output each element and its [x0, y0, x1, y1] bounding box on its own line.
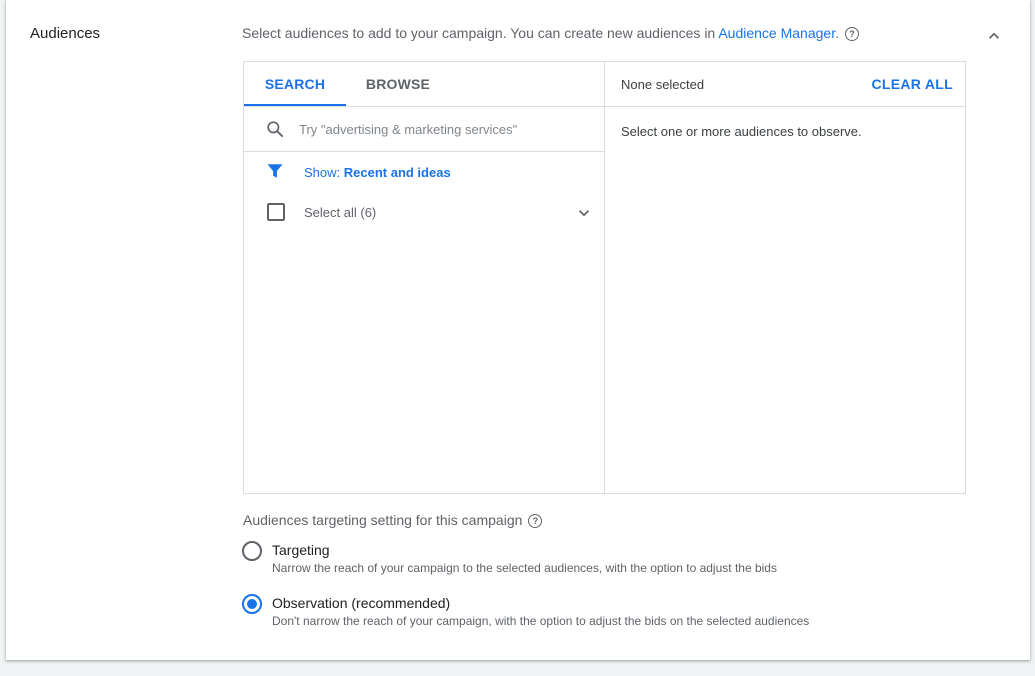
help-icon[interactable]: ?	[528, 514, 543, 528]
observation-label: Observation (recommended)	[272, 595, 451, 611]
tab-search[interactable]: SEARCH	[244, 62, 346, 106]
filter-icon	[267, 164, 283, 178]
select-all-label: Select all (6)	[304, 205, 377, 220]
selection-header: None selected CLEAR ALL	[605, 62, 965, 107]
select-all-row: Select all (6)	[244, 198, 604, 228]
observation-radio[interactable]	[242, 594, 262, 614]
audience-picker: SEARCH BROWSE Show: Recent and ideas Sel…	[243, 61, 966, 494]
section-intro: Select audiences to add to your campaign…	[242, 25, 859, 41]
search-row	[244, 106, 604, 152]
clear-all-button[interactable]: CLEAR ALL	[871, 76, 953, 92]
targeting-radio[interactable]	[242, 541, 262, 561]
help-icon[interactable]: ?	[844, 27, 859, 41]
targeting-title-text: Audiences targeting setting for this cam…	[243, 512, 523, 528]
observation-description: Don't narrow the reach of your campaign,…	[272, 614, 810, 628]
filter-value: Recent and ideas	[343, 165, 451, 180]
intro-end: .	[835, 25, 839, 41]
targeting-setting-title: Audiences targeting setting for this cam…	[243, 512, 543, 528]
empty-selection-hint: Select one or more audiences to observe.	[621, 124, 862, 139]
picker-tabs: SEARCH BROWSE	[244, 62, 604, 106]
section-title: Audiences	[30, 25, 101, 42]
filter-row[interactable]: Show: Recent and ideas	[244, 158, 604, 188]
search-pane: SEARCH BROWSE Show: Recent and ideas Sel…	[244, 62, 605, 493]
intro-text: Select audiences to add to your campaign…	[242, 25, 719, 41]
search-icon	[267, 121, 283, 137]
chevron-up-icon[interactable]	[984, 26, 1004, 46]
targeting-description: Narrow the reach of your campaign to the…	[272, 561, 777, 575]
radio-option-observation[interactable]: Observation (recommended) Don't narrow t…	[242, 593, 962, 633]
filter-prefix: Show:	[304, 165, 344, 180]
audiences-card: Audiences Select audiences to add to you…	[6, 0, 1030, 660]
audience-manager-link[interactable]: Audience Manager	[718, 25, 835, 41]
search-input[interactable]	[299, 117, 589, 141]
targeting-label: Targeting	[272, 542, 330, 558]
selection-pane: None selected CLEAR ALL Select one or mo…	[605, 62, 965, 493]
radio-option-targeting[interactable]: Targeting Narrow the reach of your campa…	[242, 540, 962, 580]
select-all-checkbox[interactable]	[267, 203, 285, 221]
filter-label: Show: Recent and ideas	[304, 165, 451, 180]
selected-count: None selected	[621, 77, 705, 92]
tab-browse[interactable]: BROWSE	[346, 62, 450, 106]
chevron-down-icon[interactable]	[574, 203, 594, 223]
